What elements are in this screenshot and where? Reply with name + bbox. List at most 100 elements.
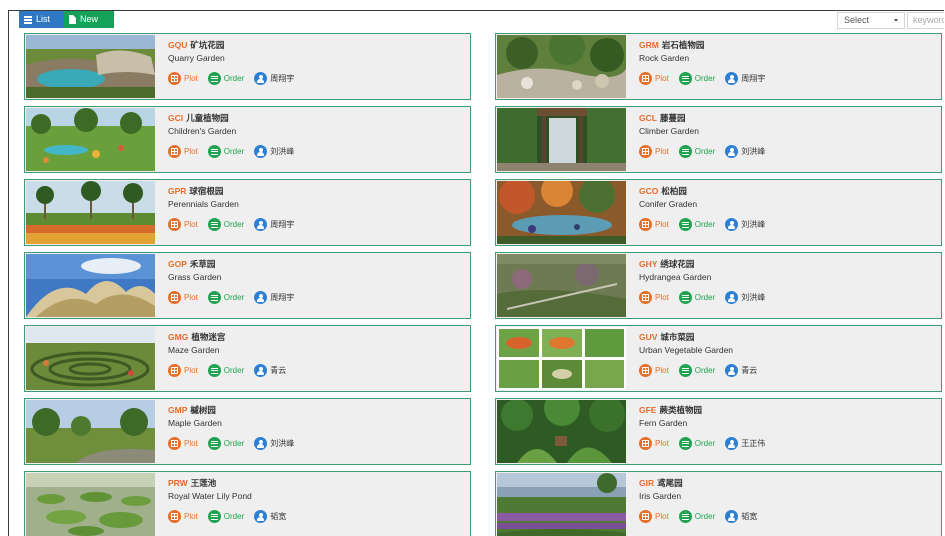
plot-link[interactable]: Plot (168, 364, 198, 377)
garden-thumbnail[interactable] (26, 400, 155, 463)
person-link[interactable]: 周翔宇 (254, 72, 294, 85)
garden-card[interactable]: GPR 球宿根园 Perennials Garden Plot Order 周翔宇 (24, 179, 471, 246)
garden-card[interactable]: GCO 松柏园 Conifer Graden Plot Order 刘洪峰 (495, 179, 942, 246)
garden-card[interactable]: GOP 禾草园 Grass Garden Plot Order 周翔宇 (24, 252, 471, 319)
plot-link[interactable]: Plot (168, 291, 198, 304)
garden-card[interactable]: GMP 槭树园 Maple Garden Plot Order 刘洪峰 (24, 398, 471, 465)
garden-name-cn[interactable]: 鸢尾园 (657, 478, 683, 488)
person-link[interactable]: 青云 (254, 364, 286, 377)
order-link[interactable]: Order (678, 72, 715, 85)
garden-name-cn[interactable]: 植物迷宫 (191, 332, 225, 342)
garden-thumbnail[interactable] (26, 473, 155, 536)
person-link[interactable]: 周翔宇 (725, 72, 765, 85)
person-link[interactable]: 韬宽 (254, 510, 286, 523)
garden-code[interactable]: GMG (168, 332, 188, 342)
plot-link[interactable]: Plot (168, 437, 198, 450)
person-link[interactable]: 刘洪峰 (254, 145, 294, 158)
plot-link[interactable]: Plot (168, 218, 198, 231)
garden-card[interactable]: GMG 植物迷宫 Maze Garden Plot Order 青云 (24, 325, 471, 392)
garden-card[interactable]: GCI 儿童植物园 Children's Garden Plot Order 刘洪… (24, 106, 471, 173)
plot-link[interactable]: Plot (168, 510, 198, 523)
garden-thumbnail[interactable] (26, 108, 155, 171)
person-link[interactable]: 刘洪峰 (725, 145, 765, 158)
plot-link[interactable]: Plot (639, 218, 669, 231)
person-link[interactable]: 王正伟 (725, 437, 765, 450)
order-link[interactable]: Order (678, 437, 715, 450)
garden-code[interactable]: GCL (639, 113, 657, 123)
person-link[interactable]: 周翔宇 (254, 218, 294, 231)
garden-code[interactable]: GRM (639, 40, 659, 50)
garden-card[interactable]: GFE 蕨类植物园 Fern Garden Plot Order 王正伟 (495, 398, 942, 465)
garden-thumbnail[interactable] (497, 400, 626, 463)
order-link[interactable]: Order (207, 510, 244, 523)
garden-code[interactable]: GQU (168, 40, 187, 50)
plot-link[interactable]: Plot (639, 364, 669, 377)
garden-name-cn[interactable]: 城市菜园 (660, 332, 694, 342)
garden-name-cn[interactable]: 槭树园 (190, 405, 216, 415)
plot-link[interactable]: Plot (168, 72, 198, 85)
person-link[interactable]: 周翔宇 (254, 291, 294, 304)
garden-code[interactable]: PRW (168, 478, 188, 488)
order-link[interactable]: Order (678, 291, 715, 304)
garden-thumbnail[interactable] (497, 108, 626, 171)
garden-thumbnail[interactable] (497, 473, 626, 536)
garden-name-cn[interactable]: 球宿根园 (189, 186, 223, 196)
plot-link[interactable]: Plot (168, 145, 198, 158)
person-link[interactable]: 韬宽 (725, 510, 757, 523)
garden-card[interactable]: PRW 王莲池 Royal Water Lily Pond Plot Order … (24, 471, 471, 536)
garden-name-cn[interactable]: 藤蔓园 (660, 113, 686, 123)
plot-link[interactable]: Plot (639, 437, 669, 450)
order-link[interactable]: Order (207, 291, 244, 304)
garden-thumbnail[interactable] (26, 254, 155, 317)
garden-name-cn[interactable]: 岩石植物园 (662, 40, 705, 50)
filter-select[interactable]: Select (837, 12, 905, 29)
plot-link[interactable]: Plot (639, 291, 669, 304)
garden-name-cn[interactable]: 儿童植物园 (186, 113, 229, 123)
garden-name-cn[interactable]: 禾草园 (190, 259, 216, 269)
garden-card[interactable]: GQU 矿坑花园 Quarry Garden Plot Order 周翔宇 (24, 33, 471, 100)
person-link[interactable]: 刘洪峰 (725, 291, 765, 304)
garden-card[interactable]: GHY 绣球花园 Hydrangea Garden Plot Order 刘洪峰 (495, 252, 942, 319)
order-link[interactable]: Order (678, 364, 715, 377)
garden-card[interactable]: GCL 藤蔓园 Climber Garden Plot Order 刘洪峰 (495, 106, 942, 173)
plot-link[interactable]: Plot (639, 145, 669, 158)
order-link[interactable]: Order (207, 364, 244, 377)
garden-code[interactable]: GOP (168, 259, 187, 269)
order-link[interactable]: Order (678, 145, 715, 158)
garden-name-cn[interactable]: 矿坑花园 (190, 40, 224, 50)
new-button[interactable]: New (64, 11, 114, 28)
garden-code[interactable]: GPR (168, 186, 186, 196)
garden-code[interactable]: GFE (639, 405, 656, 415)
garden-code[interactable]: GHY (639, 259, 657, 269)
plot-link[interactable]: Plot (639, 510, 669, 523)
garden-code[interactable]: GCO (639, 186, 658, 196)
garden-code[interactable]: GIR (639, 478, 654, 488)
garden-card[interactable]: GIR 鸢尾园 Iris Garden Plot Order 韬宽 (495, 471, 942, 536)
person-link[interactable]: 刘洪峰 (254, 437, 294, 450)
order-link[interactable]: Order (207, 72, 244, 85)
garden-name-cn[interactable]: 王莲池 (191, 478, 217, 488)
garden-code[interactable]: GMP (168, 405, 187, 415)
garden-name-cn[interactable]: 绣球花园 (660, 259, 694, 269)
order-link[interactable]: Order (678, 218, 715, 231)
garden-code[interactable]: GUV (639, 332, 657, 342)
order-link[interactable]: Order (207, 145, 244, 158)
order-link[interactable]: Order (207, 218, 244, 231)
garden-thumbnail[interactable] (497, 35, 626, 98)
order-link[interactable]: Order (678, 510, 715, 523)
garden-thumbnail[interactable] (497, 181, 626, 244)
garden-code[interactable]: GCI (168, 113, 183, 123)
plot-link[interactable]: Plot (639, 72, 669, 85)
list-button[interactable]: List (19, 11, 64, 28)
person-link[interactable]: 青云 (725, 364, 757, 377)
garden-name-cn[interactable]: 蕨类植物园 (659, 405, 702, 415)
garden-thumbnail[interactable] (26, 35, 155, 98)
garden-card[interactable]: GRM 岩石植物园 Rock Garden Plot Order 周翔宇 (495, 33, 942, 100)
garden-thumbnail[interactable] (26, 181, 155, 244)
garden-card[interactable]: GUV 城市菜园 Urban Vegetable Garden Plot Orde… (495, 325, 942, 392)
keyword-input[interactable]: keyword (907, 12, 944, 29)
garden-thumbnail[interactable] (497, 327, 626, 390)
garden-thumbnail[interactable] (497, 254, 626, 317)
garden-name-cn[interactable]: 松柏园 (661, 186, 687, 196)
garden-thumbnail[interactable] (26, 327, 155, 390)
